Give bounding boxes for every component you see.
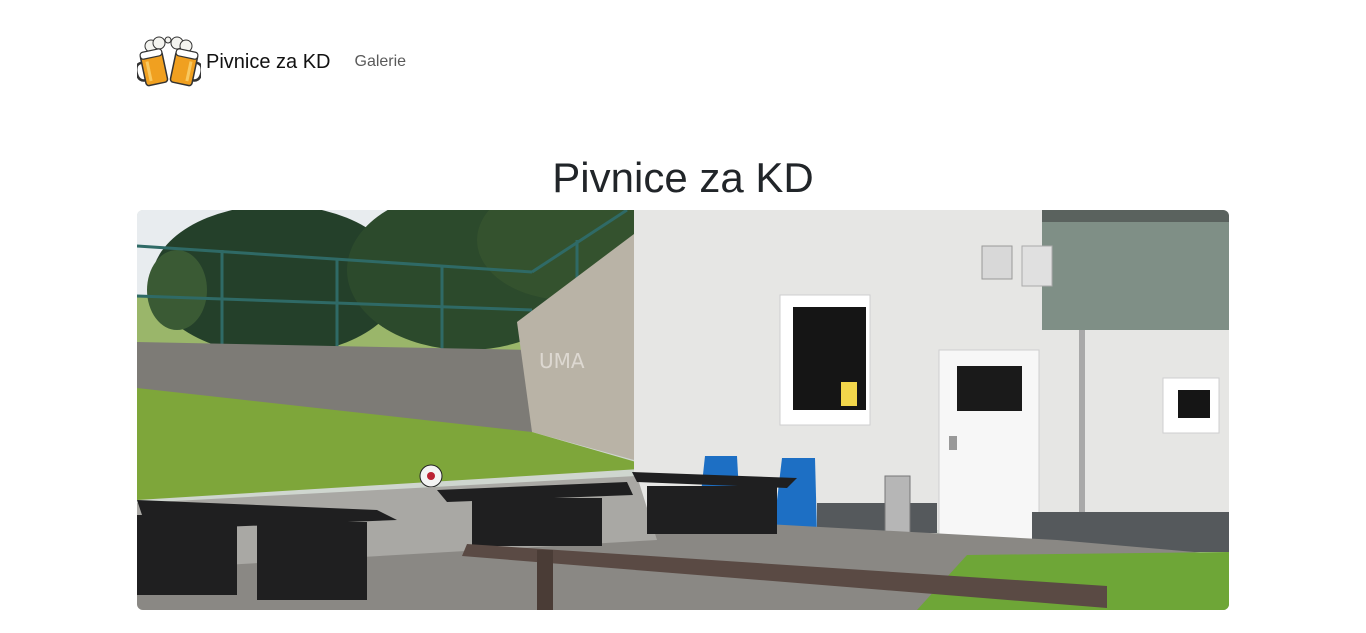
svg-text:UMA: UMA	[539, 349, 585, 373]
nav-link-galerie[interactable]: Galerie	[355, 53, 407, 71]
brand-link[interactable]: Pivnice za KD	[137, 34, 331, 90]
page-title: Pivnice za KD	[552, 154, 814, 201]
beer-mugs-logo-icon	[137, 36, 201, 87]
navbar: Pivnice za KD Galerie	[137, 32, 406, 92]
brand-text: Pivnice za KD	[206, 50, 331, 73]
terrace-photo: UMA	[137, 210, 1229, 610]
hero-image: UMA	[137, 210, 1229, 610]
